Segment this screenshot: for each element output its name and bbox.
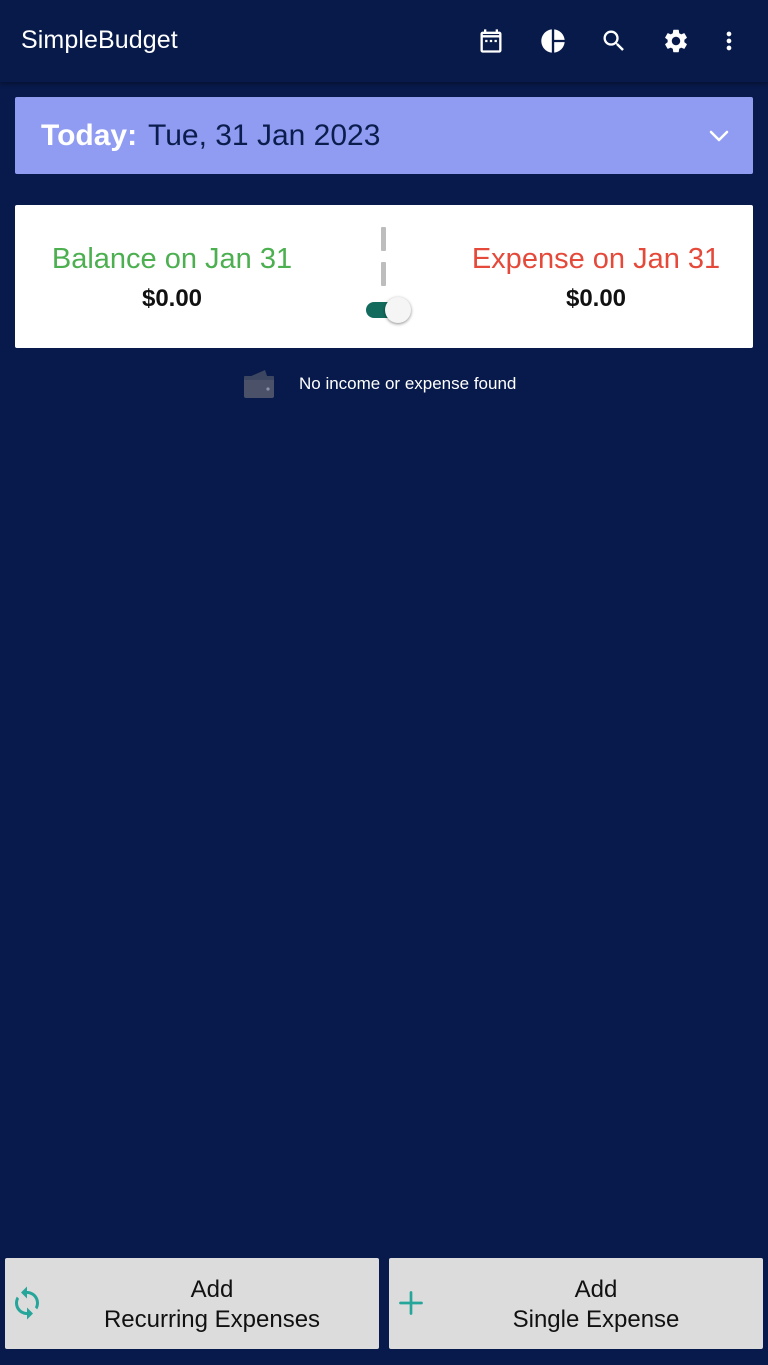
add-single-expense-button[interactable]: Add Single Expense	[389, 1258, 763, 1349]
more-vert-icon[interactable]	[712, 24, 746, 58]
calendar-icon[interactable]	[474, 24, 508, 58]
summary-card: Balance on Jan 31 $0.00 Expense on Jan 3…	[15, 205, 753, 348]
date-label: Today:	[41, 119, 138, 152]
toggle-thumb	[385, 297, 411, 323]
expense-amount: $0.00	[565, 285, 627, 312]
add-single-label: Add Single Expense	[429, 1275, 763, 1335]
app-title: SimpleBudget	[21, 26, 178, 54]
app-screen: SimpleBudget Today: Tue, 31 Jan 2023 Bal…	[0, 0, 768, 1365]
add-recurring-expenses-button[interactable]: Add Recurring Expenses	[5, 1258, 379, 1349]
date-selector[interactable]: Today: Tue, 31 Jan 2023	[15, 97, 753, 174]
plus-icon	[393, 1285, 429, 1321]
add-single-line2: Single Expense	[512, 1306, 680, 1333]
add-recurring-label: Add Recurring Expenses	[45, 1275, 379, 1335]
empty-message: No income or expense found	[299, 374, 517, 393]
search-icon[interactable]	[597, 24, 631, 58]
pie-chart-icon[interactable]	[536, 24, 570, 58]
date-value: Tue, 31 Jan 2023	[148, 119, 381, 152]
add-single-line1: Add	[574, 1276, 618, 1303]
balance-amount: $0.00	[141, 285, 203, 312]
divider	[381, 262, 386, 286]
add-recurring-line1: Add	[190, 1276, 234, 1303]
wallet-icon	[243, 367, 275, 399]
add-recurring-line2: Recurring Expenses	[103, 1306, 321, 1333]
settings-icon[interactable]	[659, 24, 693, 58]
empty-state: No income or expense found	[0, 366, 768, 402]
repeat-icon	[9, 1285, 45, 1321]
divider	[381, 227, 386, 251]
summary-toggle[interactable]	[366, 297, 411, 323]
chevron-down-icon[interactable]	[707, 124, 731, 148]
top-app-bar: SimpleBudget	[0, 0, 768, 82]
balance-label: Balance on Jan 31	[51, 243, 293, 275]
expense-label: Expense on Jan 31	[471, 243, 721, 275]
